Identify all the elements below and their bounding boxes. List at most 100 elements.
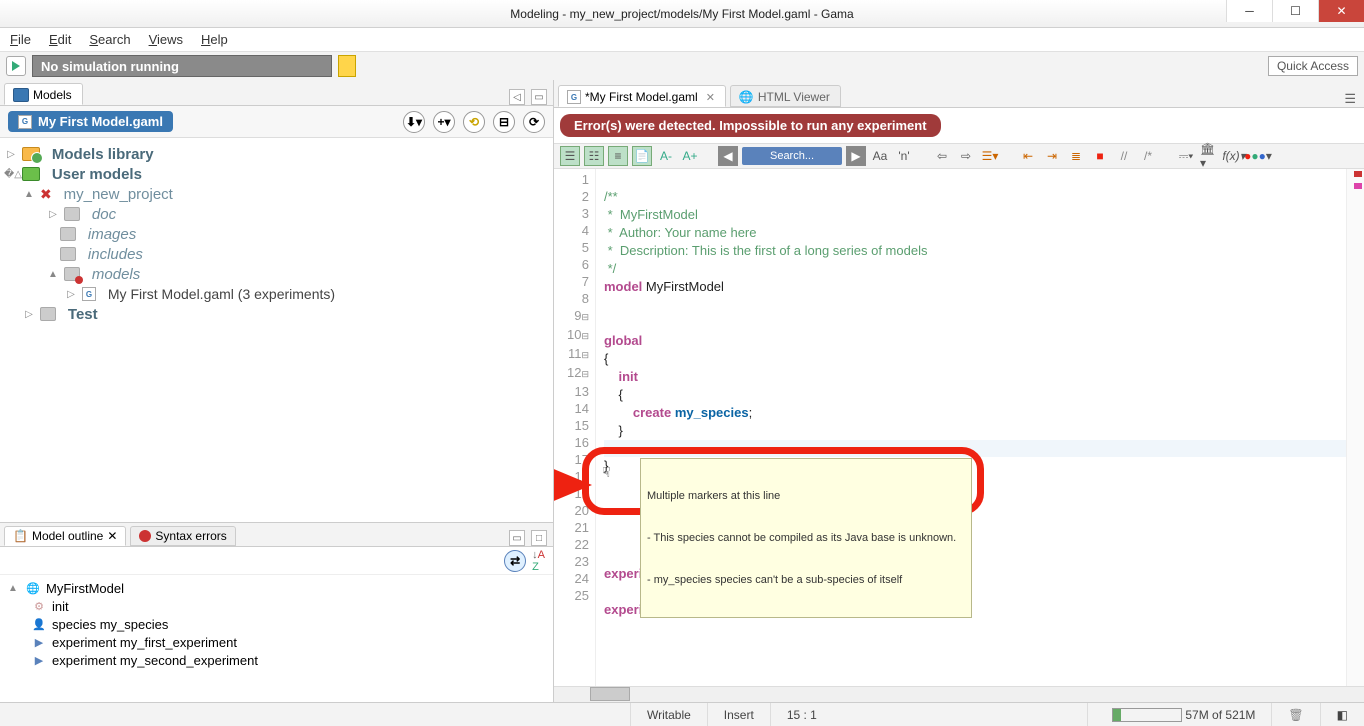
menu-file[interactable]: File <box>10 32 31 47</box>
search-prev-icon[interactable]: ◀ <box>718 146 738 166</box>
collapse-button[interactable]: ⊟ <box>493 111 515 133</box>
overview-error-marker[interactable] <box>1354 171 1362 177</box>
minimize-button[interactable]: ─ <box>1226 0 1272 22</box>
align-icon[interactable]: ≣ <box>1066 146 1086 166</box>
dedent-icon[interactable]: ⇤ <box>1018 146 1038 166</box>
outline-exp2[interactable]: experiment my_second_experiment <box>52 653 258 668</box>
close-icon[interactable]: ✕ <box>107 529 117 543</box>
quick-access[interactable]: Quick Access <box>1268 56 1358 76</box>
tab-html-viewer[interactable]: 🌐 HTML Viewer <box>730 85 841 107</box>
search-next-icon[interactable]: ▶ <box>846 146 866 166</box>
menu-search[interactable]: Search <box>89 32 130 47</box>
menu-help[interactable]: Help <box>201 32 228 47</box>
comment-line-icon[interactable]: // <box>1114 146 1134 166</box>
status-cursor-pos: 15 : 1 <box>770 703 833 726</box>
scrollbar-thumb[interactable] <box>590 687 630 701</box>
font-inc-icon[interactable]: A+ <box>680 146 700 166</box>
tooltip-line2: - This species cannot be compiled as its… <box>647 531 965 545</box>
outline-init[interactable]: init <box>52 599 69 614</box>
tab-html-label: HTML Viewer <box>758 90 830 104</box>
outline-tree[interactable]: ▲🌐MyFirstModel ⚙init 👤species my_species… <box>0 575 553 702</box>
minimize-icon[interactable]: ▭ <box>509 530 525 546</box>
tree-doc[interactable]: doc <box>92 206 116 223</box>
outline-root[interactable]: MyFirstModel <box>46 581 124 596</box>
editor-tabs: G *My First Model.gaml ✕ 🌐 HTML Viewer ☰ <box>554 80 1364 108</box>
color-red-icon[interactable]: ■ <box>1090 146 1110 166</box>
menu-views[interactable]: Views <box>149 32 183 47</box>
tab-model-outline[interactable]: 📋 Model outline ✕ <box>4 526 126 546</box>
builtin-icon[interactable]: 🏛▾ <box>1200 146 1220 166</box>
tooltip-line3: - my_species species can't be a sub-spec… <box>647 573 965 587</box>
font-dec-icon[interactable]: A- <box>656 146 676 166</box>
overview-ruler[interactable] <box>1346 169 1364 686</box>
main-toolbar: No simulation running Quick Access <box>0 52 1364 80</box>
active-file-badge[interactable]: G My First Model.gaml <box>8 111 173 132</box>
link-outline-button[interactable]: ⇄ <box>504 550 526 572</box>
tree-models-folder[interactable]: models <box>92 266 140 283</box>
match-case-icon[interactable]: Aa <box>870 146 890 166</box>
tab-models-label: Models <box>33 88 72 102</box>
shift-right-icon[interactable]: ⇨ <box>956 146 976 166</box>
tab-syntax-errors[interactable]: Syntax errors <box>130 526 235 546</box>
tab-models[interactable]: Models <box>4 83 83 105</box>
code-l5: */ <box>604 261 616 276</box>
tree-includes[interactable]: includes <box>88 246 143 263</box>
format-icon[interactable]: 📄 <box>632 146 652 166</box>
indent-right-icon[interactable]: ⇥ <box>1042 146 1062 166</box>
tree-test[interactable]: Test <box>68 306 98 323</box>
error-icon <box>139 530 151 542</box>
tab-editor-file[interactable]: G *My First Model.gaml ✕ <box>558 85 726 107</box>
menu-edit[interactable]: Edit <box>49 32 71 47</box>
code-l3: * Author: Your name here <box>604 225 757 240</box>
user-models-icon <box>22 167 40 181</box>
run-button[interactable] <box>6 56 26 76</box>
search-input[interactable]: Search... <box>742 147 842 165</box>
list-icon[interactable]: ☰▾ <box>980 146 1000 166</box>
colors-icon[interactable]: ●●●▾ <box>1248 146 1268 166</box>
tree-images[interactable]: images <box>88 226 136 243</box>
project-tree[interactable]: ▷ Models library �△ User models ▲✖ my_ne… <box>0 138 553 522</box>
error-tooltip: Multiple markers at this line - This spe… <box>640 458 972 618</box>
outline-species[interactable]: species my_species <box>52 617 168 632</box>
sort-az-icon[interactable]: ↓AZ <box>532 549 545 573</box>
gaml-file-icon: G <box>82 287 96 301</box>
status-extra-icon[interactable]: ◧ <box>1320 703 1364 726</box>
minimize-panel-icon[interactable]: ▭ <box>531 89 547 105</box>
tab-errors-label: Syntax errors <box>155 529 226 543</box>
whole-word-icon[interactable]: 'n' <box>894 146 914 166</box>
refresh-button[interactable]: ⟳ <box>523 111 545 133</box>
close-icon[interactable]: ✕ <box>706 91 715 104</box>
tree-models-library[interactable]: Models library <box>52 146 154 163</box>
overview-marker[interactable] <box>1354 183 1362 189</box>
code-editor[interactable]: 12345 678 9⊟ 10⊟ 11⊟ 12⊟ 1314151617 1819… <box>554 169 1364 686</box>
tree-user-models[interactable]: User models <box>52 166 142 183</box>
operators-icon[interactable]: f(x)▾ <box>1224 146 1244 166</box>
templates-icon[interactable]: ⎓▾ <box>1176 146 1196 166</box>
close-button[interactable]: ✕ <box>1318 0 1364 22</box>
gc-button[interactable]: 🗑 <box>1271 703 1319 726</box>
maximize-button[interactable]: ☐ <box>1272 0 1318 22</box>
tree-project[interactable]: my_new_project <box>64 186 173 203</box>
tree-model-file[interactable]: My First Model.gaml (3 experiments) <box>108 286 335 302</box>
maximize-icon[interactable]: □ <box>531 530 547 546</box>
status-edit-icon[interactable] <box>338 55 356 77</box>
horizontal-scrollbar[interactable] <box>554 686 1364 702</box>
memory-progress[interactable] <box>1112 708 1182 722</box>
models-header: G My First Model.gaml ⬇▾ +▾ ⟲ ⊟ ⟳ <box>0 106 553 138</box>
new-button[interactable]: +▾ <box>433 111 455 133</box>
outline-toggle-icon[interactable]: ☰ <box>560 146 580 166</box>
folder-icon <box>60 227 76 241</box>
editor-menu-icon[interactable]: ☰ <box>1344 91 1364 107</box>
wrap-icon[interactable]: ≡ <box>608 146 628 166</box>
outline-exp1[interactable]: experiment my_first_experiment <box>52 635 237 650</box>
comment-block-icon[interactable]: /* <box>1138 146 1158 166</box>
tab-outline-label: Model outline <box>32 529 103 543</box>
nav-prev-icon[interactable]: ◁ <box>509 89 525 105</box>
link-button[interactable]: ⟲ <box>463 111 485 133</box>
title-bar: Modeling - my_new_project/models/My Firs… <box>0 0 1364 28</box>
indent-icon[interactable]: ☷ <box>584 146 604 166</box>
species-icon: 👤 <box>32 617 46 631</box>
import-button[interactable]: ⬇▾ <box>403 111 425 133</box>
code-area[interactable]: /** * MyFirstModel * Author: Your name h… <box>596 169 1346 686</box>
shift-left-icon[interactable]: ⇦ <box>932 146 952 166</box>
